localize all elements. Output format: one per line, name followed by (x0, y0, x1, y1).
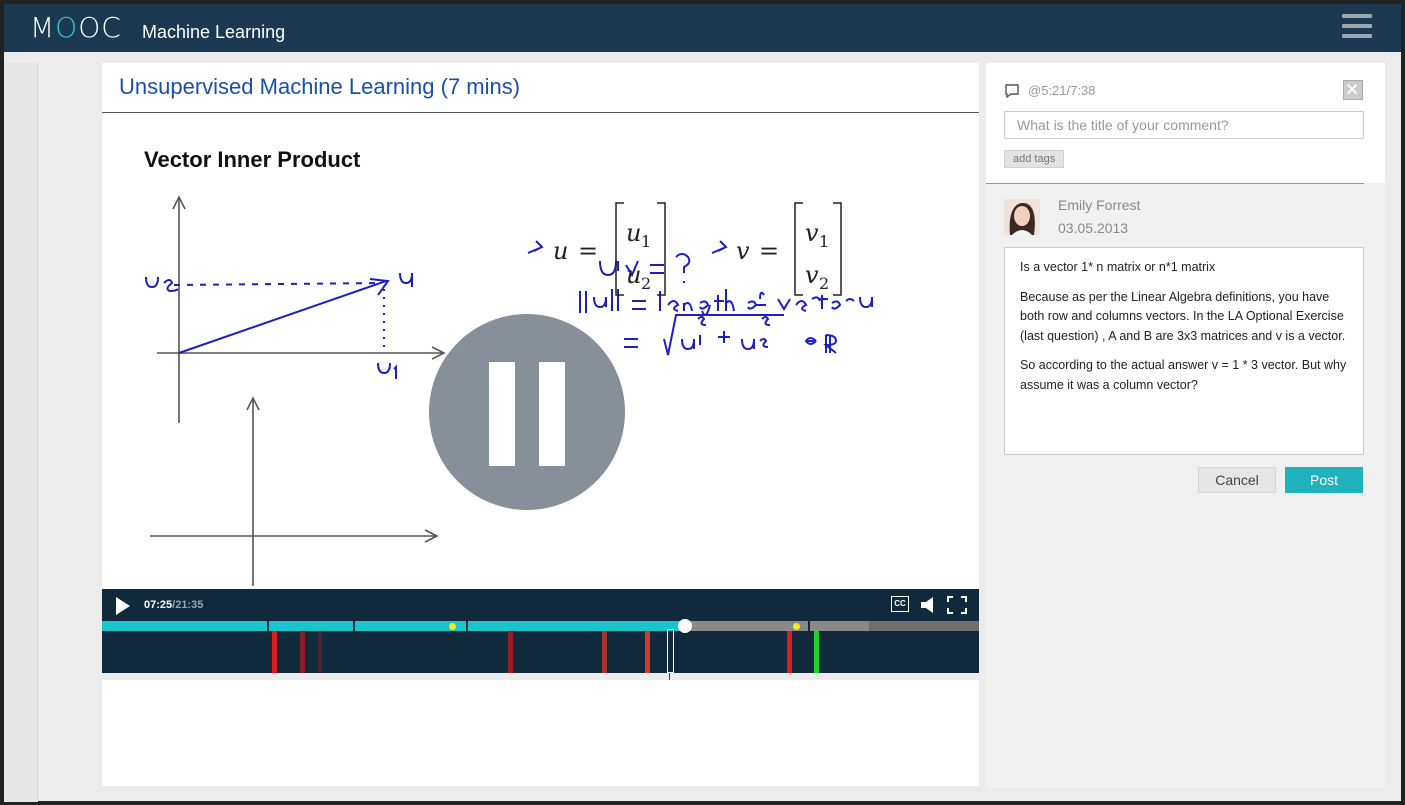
svg-text:v: v (805, 261, 819, 289)
notes-area[interactable] (102, 680, 979, 786)
svg-text:2: 2 (641, 274, 651, 293)
svg-text:1: 1 (641, 232, 651, 251)
hover-cursor (667, 629, 674, 673)
logo-letter-m: M (30, 11, 56, 44)
video-frame[interactable]: Vector Inner Product u = u 1 u 2 v = v 1… (102, 113, 979, 589)
chapter-divider (466, 621, 468, 631)
pause-icon[interactable] (429, 314, 625, 510)
comment-timestamp: @5:21/7:38 (1028, 83, 1096, 98)
highlight-dot[interactable] (793, 623, 800, 630)
add-tags-button[interactable]: add tags (1004, 150, 1065, 168)
chapter-divider (267, 621, 269, 631)
comment-marker[interactable] (272, 631, 277, 673)
comment-paragraph: Is a vector 1* n matrix or n*1 matrix (1020, 260, 1216, 274)
comment-author: Emily Forrest (1058, 197, 1141, 213)
avatar (1004, 199, 1040, 235)
chapter-divider (353, 621, 355, 631)
comment-marker[interactable] (787, 631, 792, 673)
logo-letter-o-highlight: O (55, 11, 79, 44)
chapter-divider (808, 621, 810, 631)
volume-icon[interactable] (919, 596, 939, 614)
post-button[interactable]: Post (1285, 467, 1363, 493)
fullscreen-icon[interactable] (947, 596, 967, 614)
video-title: Unsupervised Machine Learning (7 mins) (119, 74, 521, 99)
playback-time: 07:25/21:35 (144, 599, 203, 611)
comment-marker[interactable] (645, 631, 650, 673)
comment-title-input[interactable] (1004, 111, 1364, 139)
close-icon[interactable] (1343, 80, 1363, 100)
play-icon[interactable] (114, 596, 132, 616)
cancel-button[interactable]: Cancel (1198, 467, 1276, 493)
svg-text:=: = (578, 237, 598, 265)
comment-marker[interactable] (602, 631, 607, 673)
comment-marker-green[interactable] (814, 631, 819, 673)
svg-text:1: 1 (819, 232, 829, 251)
comment-marker[interactable] (300, 631, 305, 673)
total-time: /21:35 (172, 599, 204, 611)
svg-text:v: v (736, 237, 750, 265)
hamburger-menu-icon[interactable] (1342, 14, 1372, 42)
comment-paragraph: Because as per the Linear Algebra defini… (1020, 289, 1346, 343)
comment-paragraph: So according to the actual answer v = 1 … (1020, 358, 1347, 392)
current-time: 07:25 (144, 599, 173, 611)
panel-divider (986, 183, 1364, 184)
course-title: Machine Learning (142, 22, 286, 42)
mooc-logo[interactable]: MOOC (30, 11, 122, 44)
speech-bubble-icon (1005, 84, 1019, 99)
left-sidebar-strip (4, 62, 38, 802)
progress-bar[interactable] (102, 619, 979, 633)
svg-text:2: 2 (819, 274, 829, 293)
top-bar: MOOC Machine Learning (4, 4, 1401, 52)
comment-marker[interactable] (318, 631, 322, 673)
comment-panel: @5:21/7:38 add tags Emily Forrest 03.05.… (986, 63, 1385, 788)
progress-fill (102, 621, 685, 631)
video-card: Unsupervised Machine Learning (7 mins) V… (102, 63, 979, 673)
buffer-region (869, 621, 979, 631)
comment-date: 03.05.2013 (1058, 220, 1129, 236)
svg-text:u: u (626, 219, 641, 247)
video-controls: 07:25/21:35 CC (102, 589, 979, 673)
svg-text:u: u (626, 261, 641, 289)
highlight-dot[interactable] (449, 623, 456, 630)
logo-letters-oc: OC (78, 11, 122, 44)
comment-form: @5:21/7:38 add tags (986, 63, 1385, 183)
svg-text:u: u (553, 237, 568, 265)
comment-body[interactable]: Is a vector 1* n matrix or n*1 matrix Be… (1004, 247, 1364, 455)
comment-marker[interactable] (508, 631, 513, 673)
scrubber-handle[interactable] (678, 619, 692, 633)
svg-text:v: v (805, 219, 819, 247)
closed-captions-icon[interactable]: CC (891, 596, 909, 612)
svg-text:=: = (759, 237, 779, 265)
